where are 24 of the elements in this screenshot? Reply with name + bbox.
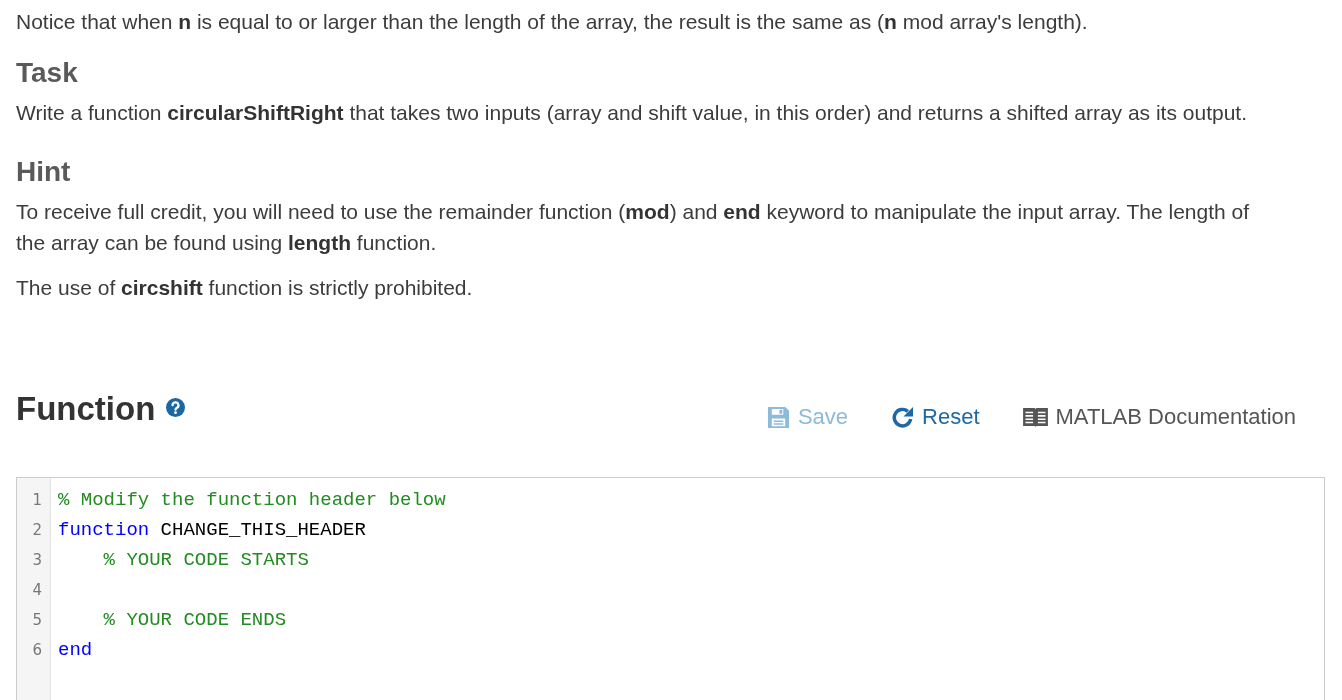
section-heading: Hint — [16, 155, 72, 189]
line-number: 2 — [32, 520, 42, 540]
help-icon[interactable] — [166, 397, 186, 417]
line-number: 5 — [32, 610, 42, 630]
reset-button[interactable]: Reset — [891, 404, 980, 430]
paragraph: Write a function circularShiftRight that takes two inputs (array and shift value, in this order) and returns a shifted array as its output. — [16, 100, 1248, 126]
section-heading: Task — [16, 56, 79, 90]
code-line: function CHANGE_THIS_HEADER — [58, 518, 366, 542]
paragraph: Notice that when n is equal to or larger than the length of the array, the result is the same as (n mod array's length). — [16, 9, 1089, 35]
panel-title: Function — [16, 389, 156, 429]
line-number: 3 — [32, 550, 42, 570]
book-icon — [1022, 406, 1048, 428]
line-number: 6 — [32, 640, 42, 660]
paragraph: The use of circshift function is strictly prohibited. — [16, 275, 474, 301]
paragraph: To receive full credit, you will need to use the remainder function (mod) and end keyword to manipulate the input array. The length of the array can be found using length function. — [16, 199, 1251, 256]
code-line: % YOUR CODE ENDS — [102, 608, 287, 632]
line-number: 1 — [32, 490, 42, 510]
code-line: % Modify the function header below — [58, 488, 446, 512]
circular-arrow-icon — [891, 405, 915, 429]
code-line: end — [58, 638, 93, 662]
code-line: % YOUR CODE STARTS — [102, 548, 309, 572]
documentation-link[interactable]: MATLAB Documentation — [1022, 404, 1296, 430]
line-number: 4 — [32, 580, 42, 600]
code-editor[interactable]: 1 2 3 4 5 6 % Modify the function header below function CHANGE_THIS_HEADER % YOUR CODE STARTS % YOUR CODE ENDS end — [16, 477, 1325, 700]
